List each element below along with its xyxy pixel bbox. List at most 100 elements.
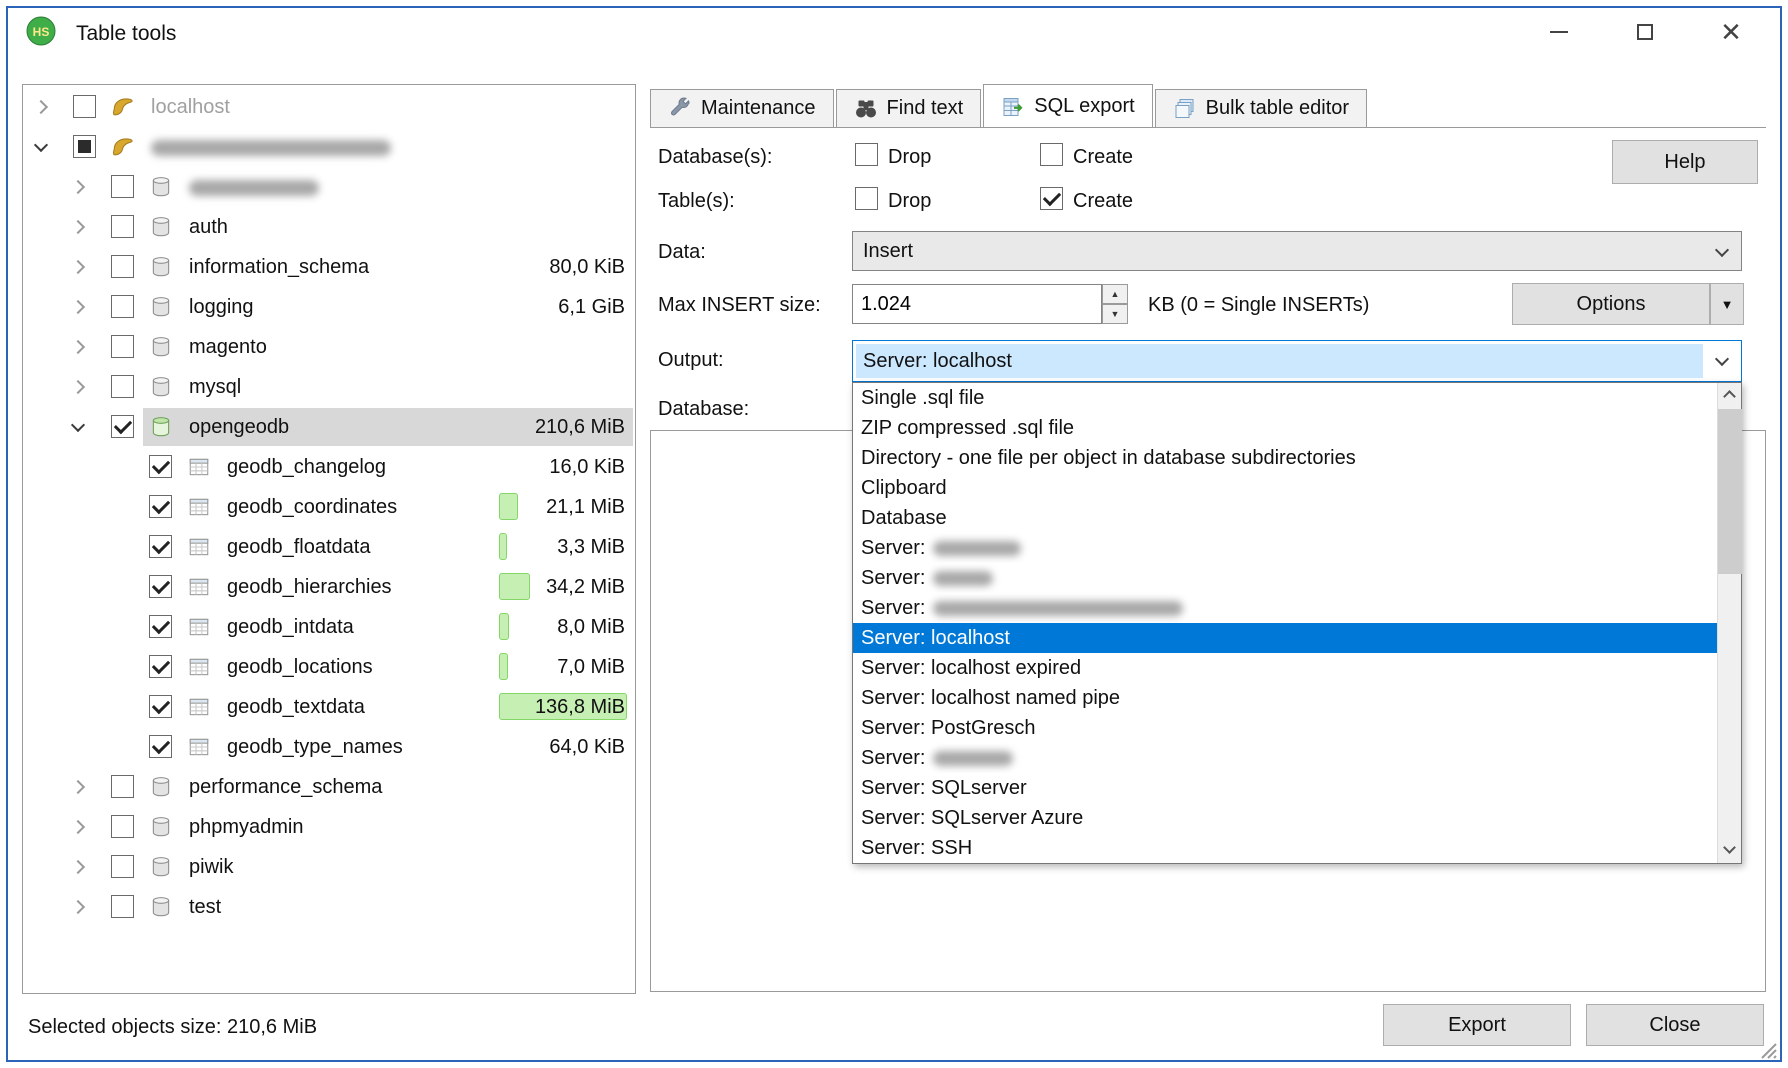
tree-row-mysql[interactable]: mysql: [23, 367, 635, 407]
maximize-button[interactable]: [1602, 12, 1688, 52]
options-button[interactable]: Options: [1512, 283, 1710, 325]
tree-row-magento[interactable]: magento: [23, 327, 635, 367]
expand-arrow-icon[interactable]: [71, 220, 85, 234]
tree-row-geodb_type_names[interactable]: geodb_type_names64,0 KiB: [23, 727, 635, 767]
collapse-arrow-icon[interactable]: [34, 138, 48, 152]
tree-checkbox-unchecked[interactable]: [111, 175, 134, 198]
tree-checkbox-unchecked[interactable]: [111, 775, 134, 798]
databases-drop-checkbox[interactable]: [855, 143, 878, 166]
tree-row-auth[interactable]: auth: [23, 207, 635, 247]
tree-row-phpmyadmin[interactable]: phpmyadmin: [23, 807, 635, 847]
close-button[interactable]: ✕: [1688, 12, 1774, 52]
tree-row-geodb_changelog[interactable]: geodb_changelog16,0 KiB: [23, 447, 635, 487]
tree-row-geodb_locations[interactable]: geodb_locations7,0 MiB: [23, 647, 635, 687]
tree-checkbox-checked[interactable]: [149, 495, 172, 518]
tree-checkbox-checked[interactable]: [149, 615, 172, 638]
expand-arrow-icon[interactable]: [71, 340, 85, 354]
tree-checkbox-unchecked[interactable]: [111, 335, 134, 358]
dropdown-item[interactable]: ZIP compressed .sql file: [853, 413, 1717, 443]
tree-checkbox-checked[interactable]: [149, 455, 172, 478]
size-text: 8,0 MiB: [557, 607, 625, 647]
database-tree-panel[interactable]: localhost authinformation_schema80,0 KiBl…: [22, 84, 636, 994]
dropdown-item-label: Server: SSH: [861, 837, 972, 859]
scrollbar-thumb[interactable]: [1718, 409, 1742, 574]
expand-arrow-icon[interactable]: [71, 300, 85, 314]
tree-row-geodb_textdata[interactable]: geodb_textdata136,8 MiB: [23, 687, 635, 727]
tree-row-opengeodb[interactable]: opengeodb210,6 MiB: [23, 407, 635, 447]
tree-row-geodb_intdata[interactable]: geodb_intdata8,0 MiB: [23, 607, 635, 647]
scroll-down-button[interactable]: [1718, 839, 1742, 863]
data-combobox[interactable]: Insert: [852, 231, 1742, 271]
expand-arrow-icon[interactable]: [71, 780, 85, 794]
tree-row-geodb_coordinates[interactable]: geodb_coordinates21,1 MiB: [23, 487, 635, 527]
dropdown-item[interactable]: Clipboard: [853, 473, 1717, 503]
tree-checkbox-unchecked[interactable]: [111, 255, 134, 278]
resize-grip[interactable]: [1758, 1040, 1778, 1065]
tree-checkbox-unchecked[interactable]: [111, 375, 134, 398]
expand-arrow-icon[interactable]: [71, 820, 85, 834]
tree-row-geodb_floatdata[interactable]: geodb_floatdata3,3 MiB: [23, 527, 635, 567]
dropdown-item[interactable]: Server:: [853, 533, 1717, 563]
tree-row-piwik[interactable]: piwik: [23, 847, 635, 887]
tree-checkbox-unchecked[interactable]: [111, 815, 134, 838]
dropdown-item[interactable]: Server: SQLserver: [853, 773, 1717, 803]
scroll-up-button[interactable]: [1718, 383, 1742, 407]
tree-checkbox-unchecked[interactable]: [111, 215, 134, 238]
tree-row-performance_schema[interactable]: performance_schema: [23, 767, 635, 807]
tree-checkbox-checked[interactable]: [111, 415, 134, 438]
dropdown-item[interactable]: Server:: [853, 563, 1717, 593]
max-insert-size-input[interactable]: [852, 284, 1102, 324]
collapse-arrow-icon[interactable]: [71, 418, 85, 432]
tree-row-redacted[interactable]: [23, 167, 635, 207]
expand-arrow-icon[interactable]: [71, 260, 85, 274]
dropdown-scrollbar[interactable]: [1717, 383, 1741, 863]
tree-checkbox-unchecked[interactable]: [111, 895, 134, 918]
export-button[interactable]: Export: [1383, 1004, 1571, 1046]
tree-checkbox-unchecked[interactable]: [111, 855, 134, 878]
tree-row-localhost[interactable]: localhost: [23, 87, 635, 127]
expand-arrow-icon[interactable]: [34, 100, 48, 114]
tree-checkbox-checked[interactable]: [149, 535, 172, 558]
dropdown-item[interactable]: Server:: [853, 743, 1717, 773]
dropdown-item[interactable]: Server: localhost named pipe: [853, 683, 1717, 713]
tables-create-checkbox[interactable]: [1040, 187, 1063, 210]
dropdown-item[interactable]: Single .sql file: [853, 383, 1717, 413]
spinner-up-button[interactable]: ▲: [1102, 284, 1128, 304]
options-dropdown-button[interactable]: ▼: [1710, 283, 1744, 325]
tree-checkbox-checked[interactable]: [149, 655, 172, 678]
dropdown-item[interactable]: Server:: [853, 593, 1717, 623]
dropdown-item[interactable]: Directory - one file per object in datab…: [853, 443, 1717, 473]
tree-checkbox-checked[interactable]: [149, 575, 172, 598]
tree-row-redacted[interactable]: [23, 127, 635, 167]
dropdown-item[interactable]: Server: localhost: [853, 623, 1717, 653]
close-dialog-button[interactable]: Close: [1586, 1004, 1764, 1046]
databases-create-checkbox[interactable]: [1040, 143, 1063, 166]
dropdown-item[interactable]: Server: SSH: [853, 833, 1717, 863]
tab-maintenance[interactable]: Maintenance: [650, 89, 834, 128]
spinner-down-button[interactable]: ▼: [1102, 304, 1128, 324]
expand-arrow-icon[interactable]: [71, 380, 85, 394]
dropdown-item[interactable]: Server: SQLserver Azure: [853, 803, 1717, 833]
expand-arrow-icon[interactable]: [71, 860, 85, 874]
expand-arrow-icon[interactable]: [71, 180, 85, 194]
minimize-button[interactable]: [1516, 12, 1602, 52]
tree-checkbox-checked[interactable]: [149, 695, 172, 718]
output-combobox[interactable]: Server: localhost: [852, 340, 1742, 382]
tree-row-logging[interactable]: logging6,1 GiB: [23, 287, 635, 327]
tree-checkbox-unchecked[interactable]: [111, 295, 134, 318]
tree-row-information_schema[interactable]: information_schema80,0 KiB: [23, 247, 635, 287]
tree-checkbox-unchecked[interactable]: [73, 95, 96, 118]
dropdown-item[interactable]: Server: PostGresch: [853, 713, 1717, 743]
tree-row-geodb_hierarchies[interactable]: geodb_hierarchies34,2 MiB: [23, 567, 635, 607]
tab-sql-export[interactable]: SQL export: [983, 84, 1152, 128]
tree-checkbox-partial[interactable]: [73, 135, 96, 158]
dropdown-item[interactable]: Database: [853, 503, 1717, 533]
help-button[interactable]: Help: [1612, 140, 1758, 184]
expand-arrow-icon[interactable]: [71, 900, 85, 914]
tab-bulk-table-editor[interactable]: Bulk table editor: [1155, 89, 1367, 128]
tab-find-text[interactable]: Find text: [836, 89, 982, 128]
tree-checkbox-checked[interactable]: [149, 735, 172, 758]
tree-row-test[interactable]: test: [23, 887, 635, 927]
tables-drop-checkbox[interactable]: [855, 187, 878, 210]
dropdown-item[interactable]: Server: localhost expired: [853, 653, 1717, 683]
